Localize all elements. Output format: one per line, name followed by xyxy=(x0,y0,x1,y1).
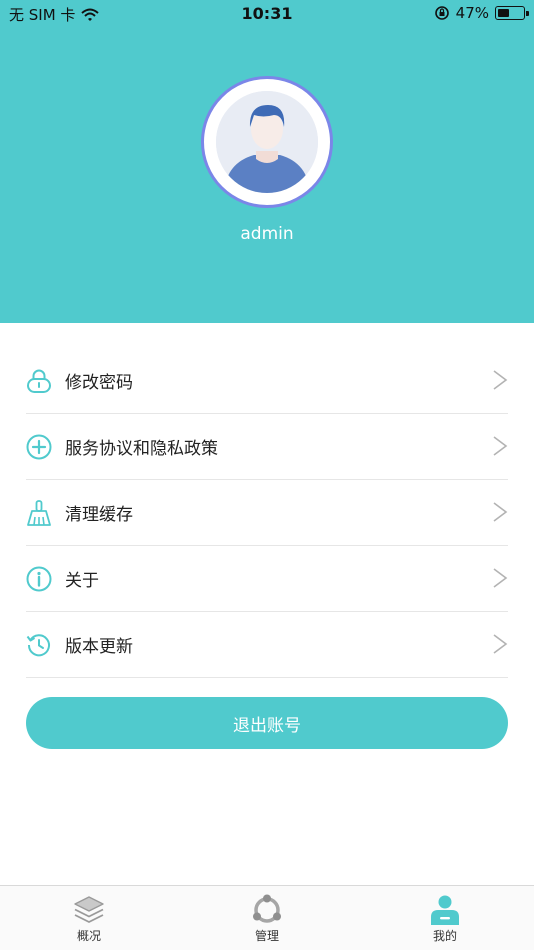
info-icon xyxy=(26,566,52,592)
battery-icon xyxy=(495,6,529,20)
username: admin xyxy=(240,224,294,244)
menu-item-label: 服务协议和隐私政策 xyxy=(65,439,218,459)
tab-label: 管理 xyxy=(254,929,279,943)
person-icon xyxy=(216,91,318,193)
user-icon xyxy=(431,895,459,925)
avatar[interactable] xyxy=(201,76,333,208)
menu-item-clear-cache[interactable]: 清理缓存 xyxy=(26,480,508,546)
chevron-right-icon xyxy=(493,502,508,522)
tab-label: 概况 xyxy=(76,929,101,943)
tab-manage[interactable]: 管理 xyxy=(178,886,356,950)
lock-icon xyxy=(26,368,52,394)
orientation-lock-icon xyxy=(434,6,449,20)
layers-icon xyxy=(74,896,104,923)
avatar-image xyxy=(216,91,318,193)
menu-item-version-update[interactable]: 版本更新 xyxy=(26,612,508,678)
manage-icon xyxy=(253,894,281,923)
menu-item-change-password[interactable]: 修改密码 xyxy=(26,348,508,414)
battery-level xyxy=(497,8,509,17)
menu-item-label: 版本更新 xyxy=(65,637,133,657)
broom-icon xyxy=(26,499,52,526)
settings-menu: 修改密码 服务协议和隐私政策 清理缓存 关于 版本更新 xyxy=(26,348,508,678)
chevron-right-icon xyxy=(493,568,508,588)
battery-cap xyxy=(526,10,529,16)
battery-percent: 47% xyxy=(455,4,489,22)
logout-button[interactable]: 退出账号 xyxy=(26,697,508,749)
tab-mine[interactable]: 我的 xyxy=(356,886,534,950)
status-right: 47% xyxy=(434,4,529,22)
chevron-right-icon xyxy=(493,634,508,654)
menu-item-about[interactable]: 关于 xyxy=(26,546,508,612)
menu-item-label: 清理缓存 xyxy=(65,505,133,525)
tab-overview[interactable]: 概况 xyxy=(0,886,178,950)
profile-header: 无 SIM 卡 10:31 47% admin xyxy=(0,0,534,323)
history-icon xyxy=(26,632,52,658)
tab-bar: 概况 管理 我的 xyxy=(0,885,534,950)
menu-item-label: 关于 xyxy=(65,571,99,591)
tab-label: 我的 xyxy=(432,929,457,943)
menu-item-privacy-policy[interactable]: 服务协议和隐私政策 xyxy=(26,414,508,480)
plus-circle-icon xyxy=(26,434,52,460)
status-bar: 无 SIM 卡 10:31 47% xyxy=(0,0,534,28)
chevron-right-icon xyxy=(493,370,508,390)
menu-item-label: 修改密码 xyxy=(65,373,133,393)
chevron-right-icon xyxy=(493,436,508,456)
